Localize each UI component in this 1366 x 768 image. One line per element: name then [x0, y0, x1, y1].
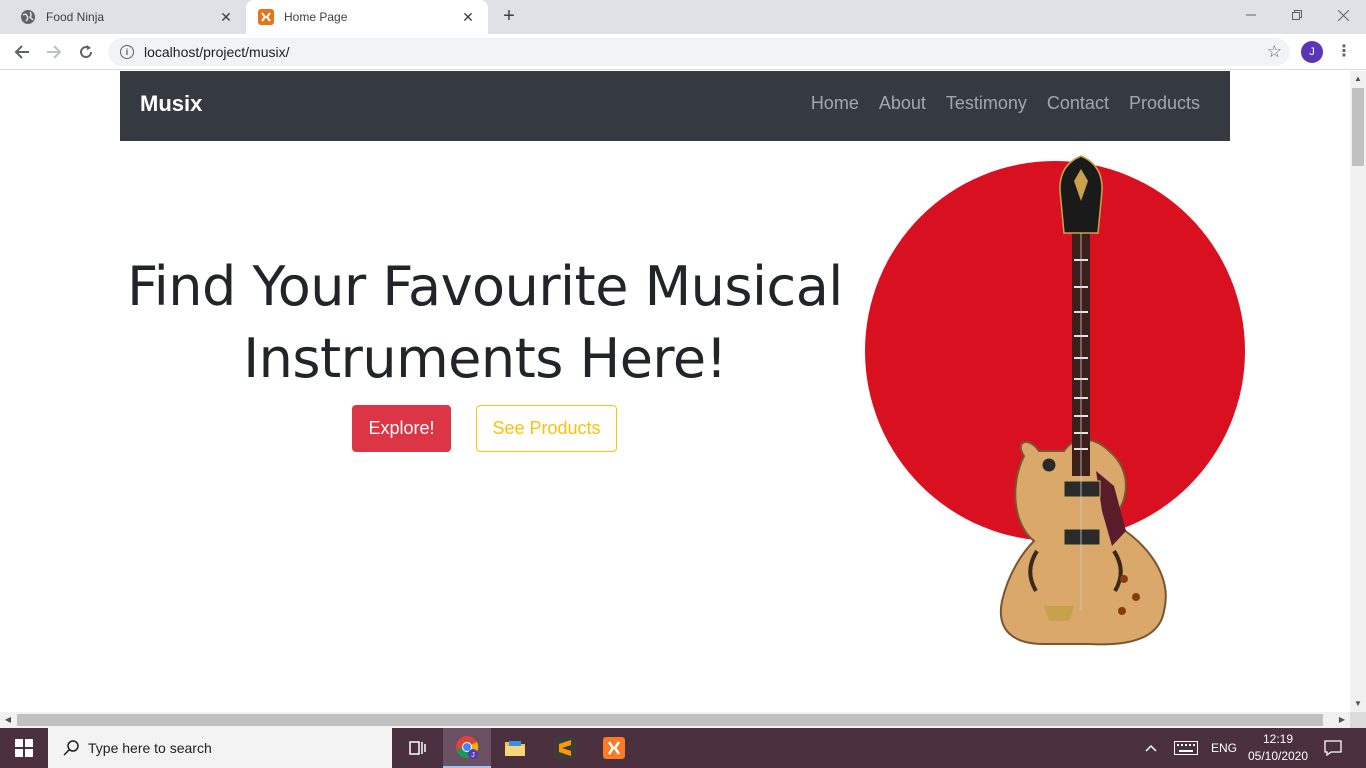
page-viewport: Musix Home About Testimony Contact Produ… [0, 71, 1350, 712]
windows-logo-icon [15, 739, 33, 757]
info-icon[interactable]: i [120, 45, 134, 59]
reload-icon [80, 45, 93, 59]
new-tab-button[interactable]: + [498, 6, 520, 28]
arrow-right-icon [47, 45, 62, 59]
back-button[interactable] [10, 40, 34, 64]
horizontal-scrollbar[interactable]: ◀ ▶ [0, 712, 1350, 728]
arrow-left-icon [14, 45, 29, 59]
taskbar-chrome[interactable]: J [443, 728, 491, 768]
system-clock[interactable]: 12:19 05/10/2020 [1240, 731, 1316, 765]
profile-avatar[interactable]: J [1301, 41, 1323, 63]
hero-title: Find Your Favourite Musical Instruments … [120, 251, 850, 395]
nav-products[interactable]: Products [1129, 93, 1200, 114]
reload-button[interactable] [74, 40, 98, 64]
hero-title-line2: Instruments Here! [243, 327, 727, 390]
tab-food-ninja[interactable]: Food Ninja ✕ [8, 0, 246, 34]
scrollbar-thumb[interactable] [17, 714, 1323, 726]
task-view-icon [409, 741, 426, 755]
restore-button[interactable] [1274, 0, 1320, 30]
nav-testimony[interactable]: Testimony [946, 93, 1027, 114]
folder-icon [505, 741, 525, 756]
browser-menu-icon[interactable]: ⋮ [1336, 42, 1352, 62]
taskbar-file-explorer[interactable] [491, 728, 539, 768]
explore-button[interactable]: Explore! [352, 405, 451, 452]
hero-guitar-image [865, 155, 1245, 646]
browser-tab-strip: Food Ninja ✕ Home Page ✕ + [0, 0, 1366, 34]
chrome-icon: J [456, 736, 479, 759]
close-window-button[interactable] [1320, 0, 1366, 30]
start-button[interactable] [0, 728, 48, 768]
tab-title: Home Page [284, 10, 348, 24]
notifications-icon[interactable] [1318, 728, 1348, 768]
hero-title-line1: Find Your Favourite Musical [127, 255, 843, 318]
search-placeholder: Type here to search [88, 740, 212, 756]
bookmark-star-icon[interactable]: ☆ [1267, 42, 1282, 62]
taskbar-search[interactable]: Type here to search [48, 728, 392, 768]
address-bar[interactable]: i localhost/project/musix/ ☆ [108, 38, 1290, 66]
url-text[interactable]: localhost/project/musix/ [144, 44, 1267, 60]
keyboard-icon[interactable] [1172, 728, 1200, 768]
close-icon[interactable]: ✕ [218, 9, 234, 25]
site-brand[interactable]: Musix [140, 91, 202, 117]
nav-home[interactable]: Home [811, 93, 859, 114]
svg-text:J: J [471, 752, 475, 759]
vertical-scrollbar[interactable]: ▲ ▼ [1350, 71, 1366, 712]
close-icon[interactable]: ✕ [460, 9, 476, 25]
globe-icon [20, 9, 36, 25]
scroll-down-icon[interactable]: ▼ [1350, 696, 1366, 712]
nav-about[interactable]: About [879, 93, 926, 114]
browser-toolbar: i localhost/project/musix/ ☆ J ⋮ [0, 34, 1366, 70]
nav-contact[interactable]: Contact [1047, 93, 1109, 114]
forward-button[interactable] [42, 40, 66, 64]
scroll-left-icon[interactable]: ◀ [0, 712, 16, 728]
scroll-up-icon[interactable]: ▲ [1350, 71, 1366, 87]
minimize-button[interactable] [1228, 0, 1274, 30]
language-indicator[interactable]: ENG [1206, 728, 1242, 768]
scrollbar-thumb[interactable] [1352, 88, 1364, 166]
search-icon [63, 740, 79, 756]
tray-overflow-icon[interactable] [1140, 728, 1162, 768]
scrollbar-corner [1350, 712, 1366, 728]
clock-date: 05/10/2020 [1247, 749, 1309, 763]
taskbar-xampp[interactable] [590, 728, 638, 768]
windows-taskbar: Type here to search J ENG 12:19 05/10/20… [0, 728, 1366, 768]
xampp-icon [603, 737, 625, 759]
tab-title: Food Ninja [46, 10, 105, 24]
see-products-button[interactable]: See Products [476, 405, 617, 452]
tab-home-page[interactable]: Home Page ✕ [246, 0, 488, 34]
nav-links: Home About Testimony Contact Products [811, 93, 1200, 114]
taskbar-sublime-text[interactable] [541, 728, 589, 768]
task-view-button[interactable] [394, 728, 442, 768]
xampp-icon [258, 9, 274, 25]
sublime-text-icon [554, 737, 576, 759]
site-navbar: Musix Home About Testimony Contact Produ… [120, 71, 1230, 141]
clock-time: 12:19 [1262, 732, 1294, 746]
scroll-right-icon[interactable]: ▶ [1334, 712, 1350, 728]
